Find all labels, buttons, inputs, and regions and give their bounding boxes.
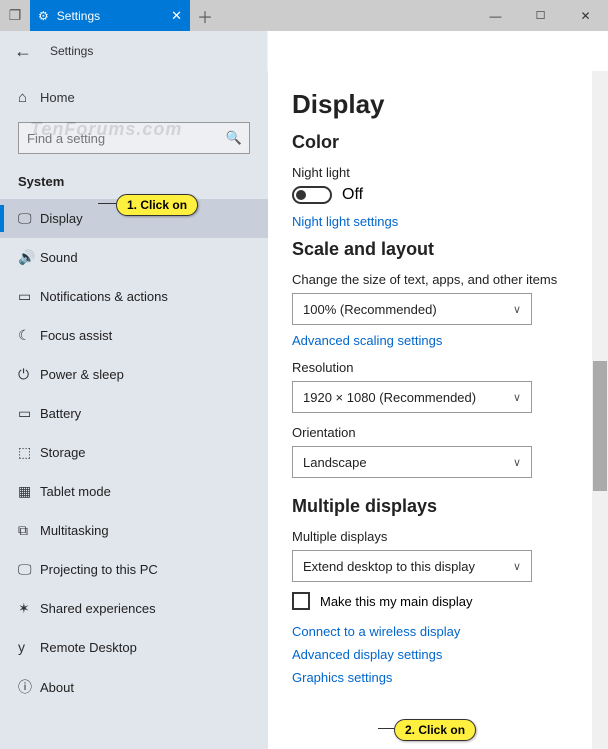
scale-heading: Scale and layout <box>292 239 584 260</box>
sidebar-item-about[interactable]: ⓘAbout <box>0 666 268 708</box>
sidebar-item-focus-assist[interactable]: ☾Focus assist <box>0 316 268 355</box>
search-input[interactable] <box>19 131 219 146</box>
orientation-value: Landscape <box>303 455 367 470</box>
text-size-select[interactable]: 100% (Recommended) ∨ <box>292 293 532 325</box>
sidebar-item-multitasking[interactable]: ⧉Multitasking <box>0 511 268 550</box>
advanced-scaling-link[interactable]: Advanced scaling settings <box>292 333 584 348</box>
nav-icon: ▭ <box>18 405 40 422</box>
sidebar-item-remote-desktop[interactable]: yRemote Desktop <box>0 628 268 666</box>
scrollbar[interactable] <box>592 71 608 749</box>
night-light-state: Off <box>342 186 363 204</box>
nav-icon: ☾ <box>18 327 40 344</box>
orientation-select[interactable]: Landscape ∨ <box>292 446 532 478</box>
nav-icon: ✶ <box>18 600 40 617</box>
night-light-label: Night light <box>292 165 584 180</box>
sidebar-item-sound[interactable]: 🔊Sound <box>0 238 268 277</box>
nav-icon: ▭ <box>18 288 40 305</box>
color-heading: Color <box>292 132 584 153</box>
nav-icon: ⧉ <box>18 522 40 539</box>
nav-icon: y <box>18 639 40 655</box>
sidebar-item-tablet-mode[interactable]: ▦Tablet mode <box>0 472 268 511</box>
orientation-label: Orientation <box>292 425 584 440</box>
tab-region: ❐ ⚙ Settings ✕ ＋ <box>0 0 220 31</box>
chevron-down-icon: ∨ <box>513 560 521 573</box>
chevron-down-icon: ∨ <box>513 456 521 469</box>
sidebar-item-shared-experiences[interactable]: ✶Shared experiences <box>0 589 268 628</box>
home-nav[interactable]: ⌂ Home <box>0 79 268 116</box>
sidebar-item-power-sleep[interactable]: ⏻Power & sleep <box>0 355 268 394</box>
main-display-label: Make this my main display <box>320 594 472 609</box>
minimize-button[interactable]: — <box>473 0 518 31</box>
close-button[interactable]: ✕ <box>563 0 608 31</box>
active-tab[interactable]: ⚙ Settings ✕ <box>30 0 190 31</box>
content-pane: Display Color Night light Off Night ligh… <box>268 71 608 749</box>
chevron-down-icon: ∨ <box>513 391 521 404</box>
nav-label: Notifications & actions <box>40 289 168 304</box>
text-size-label: Change the size of text, apps, and other… <box>292 272 584 287</box>
callout-2: 2. Click on <box>394 719 476 741</box>
nav-label: Focus assist <box>40 328 112 343</box>
nav-label: Display <box>40 211 83 226</box>
text-size-value: 100% (Recommended) <box>303 302 437 317</box>
graphics-settings-link[interactable]: Graphics settings <box>292 670 584 685</box>
callout-line <box>378 728 394 729</box>
multi-heading: Multiple displays <box>292 496 584 517</box>
advanced-display-link[interactable]: Advanced display settings <box>292 647 584 662</box>
nav-label: Projecting to this PC <box>40 562 158 577</box>
connect-wireless-link[interactable]: Connect to a wireless display <box>292 624 584 639</box>
nav-icon: ⏻ <box>18 366 40 383</box>
search-icon[interactable]: 🔍 <box>219 130 249 146</box>
page-title: Display <box>292 89 584 120</box>
multi-display-select[interactable]: Extend desktop to this display ∨ <box>292 550 532 582</box>
tabs-icon[interactable]: ❐ <box>0 0 30 31</box>
multi-label: Multiple displays <box>292 529 584 544</box>
nav-icon: ⓘ <box>18 677 40 697</box>
new-tab-button[interactable]: ＋ <box>190 0 220 31</box>
sidebar-item-projecting-to-this-pc[interactable]: 🖵Projecting to this PC <box>0 550 268 589</box>
nav-label: Battery <box>40 406 81 421</box>
night-light-settings-link[interactable]: Night light settings <box>292 214 584 229</box>
close-tab-icon[interactable]: ✕ <box>171 8 182 24</box>
home-label: Home <box>40 90 75 105</box>
tab-label: Settings <box>57 9 100 23</box>
multi-value: Extend desktop to this display <box>303 559 475 574</box>
nav-label: Power & sleep <box>40 367 124 382</box>
nav-icon: 🔊 <box>18 249 40 266</box>
window-controls: — ☐ ✕ <box>473 0 608 31</box>
resolution-select[interactable]: 1920 × 1080 (Recommended) ∨ <box>292 381 532 413</box>
nav-label: Remote Desktop <box>40 640 137 655</box>
sidebar-item-battery[interactable]: ▭Battery <box>0 394 268 433</box>
nav-icon: 🖵 <box>18 561 40 578</box>
resolution-label: Resolution <box>292 360 584 375</box>
app-header: ← Settings <box>0 31 608 71</box>
nav-label: Sound <box>40 250 78 265</box>
home-icon: ⌂ <box>18 89 40 106</box>
sidebar-item-notifications-actions[interactable]: ▭Notifications & actions <box>0 277 268 316</box>
nav-label: Storage <box>40 445 86 460</box>
titlebar: ❐ ⚙ Settings ✕ ＋ — ☐ ✕ <box>0 0 608 31</box>
gear-icon: ⚙ <box>38 9 49 23</box>
scroll-thumb[interactable] <box>593 361 607 491</box>
main-display-checkbox[interactable] <box>292 592 310 610</box>
sidebar: ⌂ Home TenForums.com 🔍 System 🖵Display🔊S… <box>0 71 268 749</box>
callout-1: 1. Click on <box>116 194 198 216</box>
sidebar-item-storage[interactable]: ⬚Storage <box>0 433 268 472</box>
nav-icon: 🖵 <box>18 210 40 227</box>
nav-label: Tablet mode <box>40 484 111 499</box>
nav-icon: ▦ <box>18 483 40 500</box>
nav-label: Multitasking <box>40 523 109 538</box>
app-title: Settings <box>50 44 93 58</box>
nav-icon: ⬚ <box>18 444 40 461</box>
night-light-toggle[interactable] <box>292 186 332 204</box>
main-display-checkbox-row[interactable]: Make this my main display <box>292 592 584 610</box>
nav-label: About <box>40 680 74 695</box>
search-box[interactable]: 🔍 <box>18 122 250 154</box>
nav-label: Shared experiences <box>40 601 156 616</box>
back-button[interactable]: ← <box>14 41 32 62</box>
callout-line <box>98 203 116 204</box>
resolution-value: 1920 × 1080 (Recommended) <box>303 390 476 405</box>
maximize-button[interactable]: ☐ <box>518 0 563 31</box>
chevron-down-icon: ∨ <box>513 303 521 316</box>
